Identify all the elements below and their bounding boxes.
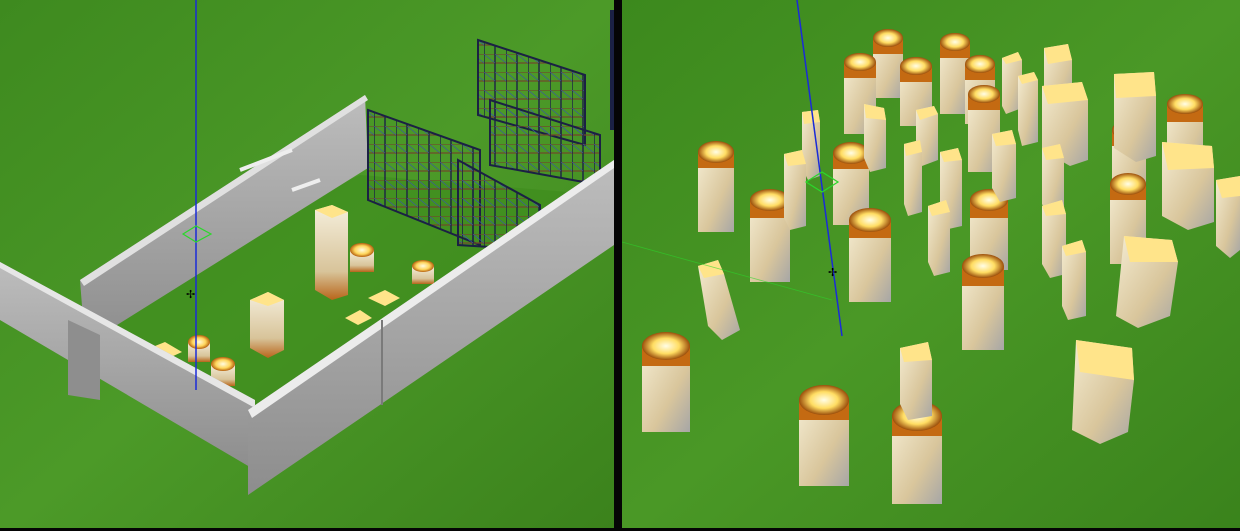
right-3d-viewport[interactable]: ✢ [622, 0, 1240, 531]
viewport-divider[interactable] [614, 0, 622, 531]
left-3d-viewport[interactable]: ✢ [0, 0, 614, 531]
cursor-crosshair-icon: ✢ [828, 267, 838, 279]
cursor-crosshair-icon: ✢ [186, 289, 196, 301]
move-gizmo-icon[interactable] [184, 226, 210, 242]
left-scene [0, 0, 614, 531]
move-gizmo-icon[interactable] [806, 172, 838, 192]
right-scene [622, 0, 1240, 531]
